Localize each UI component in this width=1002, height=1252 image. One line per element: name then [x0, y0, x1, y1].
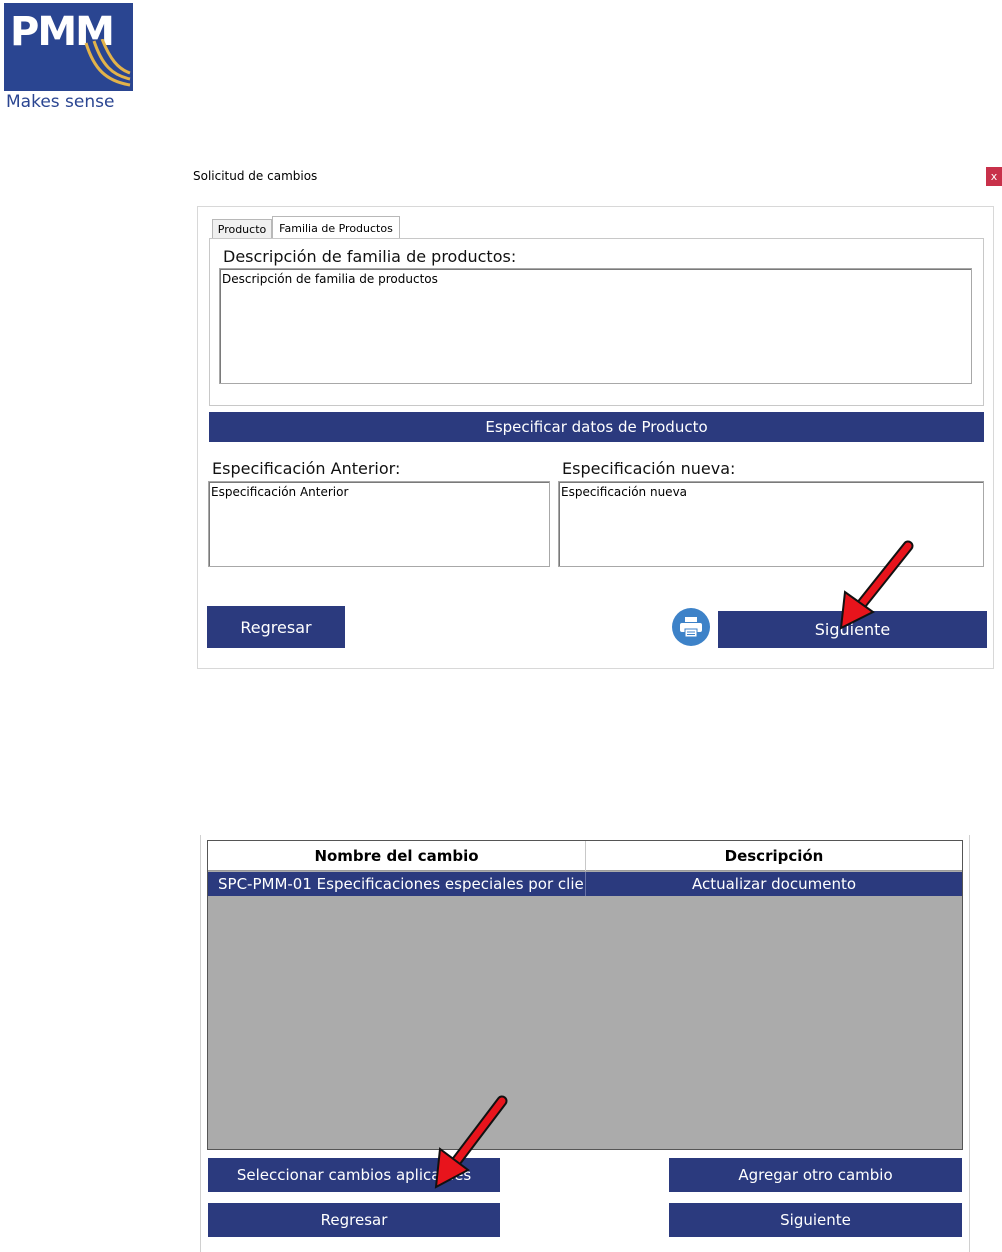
close-icon: x: [990, 170, 998, 183]
row-cell-name: SPC-PMM-01 Especificaciones especiales p…: [208, 872, 586, 896]
changes-back-button[interactable]: Regresar: [208, 1203, 500, 1237]
add-change-button[interactable]: Agregar otro cambio: [669, 1158, 962, 1192]
new-spec-field[interactable]: Especificación nueva: [558, 481, 984, 567]
family-desc-label: Descripción de familia de productos:: [223, 247, 517, 266]
new-spec-label: Especificación nueva:: [562, 459, 736, 478]
logo-swoosh-icon: [84, 39, 131, 87]
tab-familia-label: Familia de Productos: [279, 221, 393, 235]
pmm-logo: PMM Makes sense: [4, 3, 134, 115]
specify-product-button[interactable]: Especificar datos de Producto: [209, 412, 984, 442]
row-cell-description: Actualizar documento: [691, 875, 857, 893]
changes-next-label: Siguiente: [780, 1211, 851, 1229]
specify-product-label: Especificar datos de Producto: [485, 418, 708, 436]
logo-badge: PMM: [4, 3, 133, 91]
add-change-label: Agregar otro cambio: [738, 1166, 893, 1184]
family-desc-field[interactable]: Descripción de familia de productos: [219, 268, 972, 384]
prev-spec-field[interactable]: Especificación Anterior: [208, 481, 550, 567]
close-button[interactable]: x: [986, 167, 1002, 186]
printer-icon: [680, 617, 702, 638]
column-header-description-label: Descripción: [724, 847, 824, 865]
print-button[interactable]: [672, 608, 710, 646]
changes-next-button[interactable]: Siguiente: [669, 1203, 962, 1237]
column-header-description[interactable]: Descripción: [586, 841, 962, 871]
annotation-arrow-icon: [434, 1095, 508, 1189]
back-button-label: Regresar: [240, 617, 312, 637]
prev-spec-label: Especificación Anterior:: [212, 459, 401, 478]
grid-header: Nombre del cambio Descripción: [208, 841, 962, 871]
back-button[interactable]: Regresar: [207, 606, 345, 648]
changes-back-label: Regresar: [320, 1211, 388, 1229]
table-row[interactable]: SPC-PMM-01 Especificaciones especiales p…: [208, 872, 962, 896]
tab-producto[interactable]: Producto: [212, 219, 272, 238]
dialog-title: Solicitud de cambios: [193, 169, 318, 183]
column-header-name[interactable]: Nombre del cambio: [208, 841, 586, 871]
logo-tagline: Makes sense: [6, 92, 115, 112]
column-header-name-label: Nombre del cambio: [314, 847, 479, 865]
tab-familia-productos[interactable]: Familia de Productos: [272, 216, 400, 239]
changes-grid[interactable]: Nombre del cambio Descripción SPC-PMM-01…: [207, 840, 963, 1150]
tab-producto-label: Producto: [217, 222, 267, 236]
annotation-arrow-icon: [839, 540, 914, 630]
